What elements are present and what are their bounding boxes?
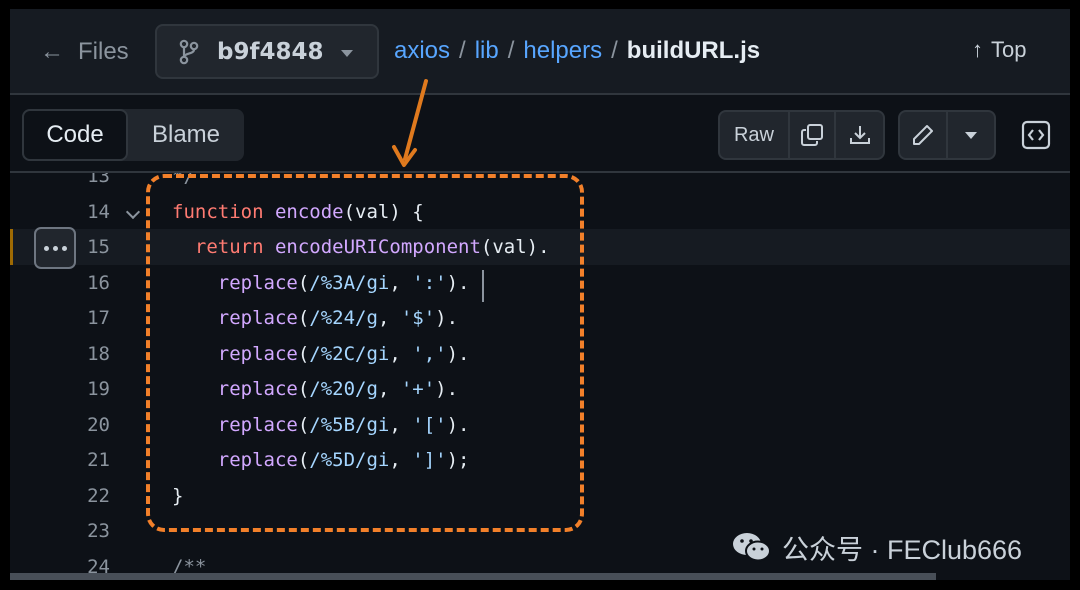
line-number[interactable]: 23 xyxy=(50,513,110,549)
dot xyxy=(52,245,58,251)
code-viewer: ← Files b9f4848 axios / lib / helpers / … xyxy=(10,9,1070,580)
annotation-arrow-icon xyxy=(392,79,428,167)
line-number[interactable]: 22 xyxy=(50,478,110,514)
watermark: 公众号 · FEClub666 xyxy=(732,527,1022,567)
line-number[interactable]: 16 xyxy=(50,265,110,301)
line-number[interactable]: 18 xyxy=(50,336,110,372)
dot xyxy=(61,245,67,251)
line-number[interactable]: 17 xyxy=(50,300,110,336)
dot xyxy=(43,245,49,251)
line-number[interactable]: 19 xyxy=(50,371,110,407)
line-number[interactable]: 21 xyxy=(50,442,110,478)
line-number[interactable]: 20 xyxy=(50,407,110,443)
wechat-icon xyxy=(733,533,771,562)
watermark-text: 公众号 · FEClub666 xyxy=(782,534,1023,565)
horizontal-scrollbar[interactable] xyxy=(10,573,936,580)
annotation-highlight-box xyxy=(146,174,584,532)
line-options-button[interactable] xyxy=(34,227,76,269)
